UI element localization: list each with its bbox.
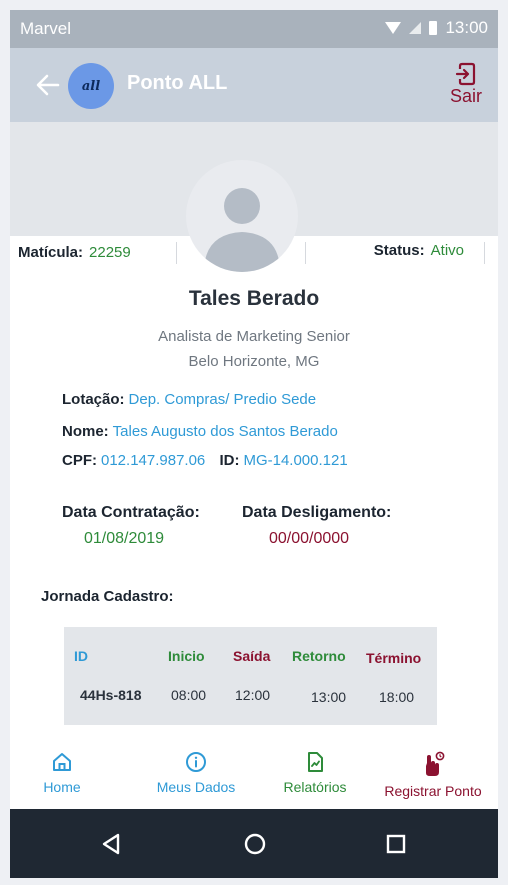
data-contratacao: Data Contratação: 01/08/2019 [62,504,200,548]
status-time: 13:00 [445,18,488,37]
header-retorno: Retorno [292,648,346,664]
jornada-table: ID Inicio Saída Retorno Término 44Hs-818… [64,627,437,725]
nav-meus-dados-label: Meus Dados [156,779,236,795]
info-icon [186,752,206,772]
lotacao-row: Lotação: Dep. Compras/ Predio Sede [62,391,316,408]
nome-row: Nome: Tales Augusto dos Santos Berado [62,423,338,440]
signal-icon [409,22,422,34]
jornada-title: Jornada Cadastro: [41,588,174,605]
circle-home-icon [244,833,266,855]
battery-icon [429,21,438,35]
exit-button[interactable]: Sair [446,62,486,107]
home-icon [53,753,71,771]
bottom-navigation: Home Meus Dados Relatórios Registrar Pon… [10,743,498,808]
contratacao-value: 01/08/2019 [84,530,165,547]
carrier-name: Marvel [20,19,72,38]
status-label: Status: [373,242,425,259]
nav-home[interactable]: Home [32,743,92,808]
cell-retorno: 13:00 [311,689,347,705]
system-home-button[interactable] [242,831,268,857]
matricula: Matícula: 22259 [18,244,131,261]
matricula-value: 22259 [89,244,131,261]
triangle-back-icon [102,833,120,855]
logout-icon [455,62,476,86]
nav-relatorios-label: Relatórios [283,779,347,795]
header-id: ID [74,648,88,664]
cell-inicio: 08:00 [171,687,207,703]
status-icons: 13:00 [385,18,488,38]
cell-termino: 18:00 [379,689,415,705]
device-screen: Marvel 13:00 all Ponto ALL Sair Matícula… [10,10,498,878]
lotacao-value: Dep. Compras/ Predio Sede [128,391,317,408]
header-saida: Saída [233,648,271,664]
nav-meus-dados[interactable]: Meus Dados [143,743,249,808]
user-placeholder-icon [204,188,280,272]
data-desligamento: Data Desligamento: 00/00/0000 [242,504,391,548]
id-value: MG-14.000.121 [243,452,348,469]
system-back-button[interactable] [99,831,125,857]
wifi-icon [385,22,402,34]
matricula-label: Matícula: [18,244,84,261]
id-label: ID: [219,452,240,469]
app-logo-text: all [81,78,101,94]
app-title: Ponto ALL [127,72,228,94]
status: Status: Ativo [374,242,464,259]
report-icon [308,752,323,772]
arrow-left-icon [36,74,60,96]
divider [176,242,177,264]
system-recents-button[interactable] [383,831,409,857]
contratacao-label: Data Contratação: [62,504,200,521]
system-navigation-bar [10,809,498,878]
cell-id: 44Hs-818 [80,687,142,703]
cell-saida: 12:00 [235,687,271,703]
app-bar: all Ponto ALL Sair [10,48,498,122]
cpf-label: CPF: [62,452,97,469]
nav-relatorios[interactable]: Relatórios [270,743,360,808]
avatar[interactable] [186,160,298,272]
employee-city: Belo Horizonte, MG [188,353,320,370]
cpf-id-row: CPF: 012.147.987.06 ID: MG-14.000.121 [62,452,348,469]
status-value: Ativo [430,242,464,259]
square-recents-icon [386,834,406,854]
desligamento-label: Data Desligamento: [242,504,392,521]
nav-home-label: Home [43,779,81,795]
lotacao-label: Lotação: [62,391,125,408]
nome-value: Tales Augusto dos Santos Berado [112,423,338,440]
divider [305,242,306,264]
employee-role: Analista de Marketing Senior [158,328,350,345]
app-logo: all [68,63,114,109]
header-termino: Término [366,650,422,666]
desligamento-value: 00/00/0000 [269,530,350,547]
cpf-value: 012.147.987.06 [101,452,206,469]
hand-clock-icon [426,751,445,776]
header-inicio: Inicio [168,648,205,664]
nome-label: Nome: [62,423,109,440]
nav-registrar-ponto[interactable]: Registrar Ponto [373,743,493,808]
nav-registrar-ponto-label: Registrar Ponto [384,783,482,799]
exit-label: Sair [449,86,482,106]
employee-name: Tales Berado [188,287,320,310]
divider [484,242,485,264]
back-button[interactable] [34,72,62,98]
status-bar: Marvel 13:00 [10,10,498,48]
